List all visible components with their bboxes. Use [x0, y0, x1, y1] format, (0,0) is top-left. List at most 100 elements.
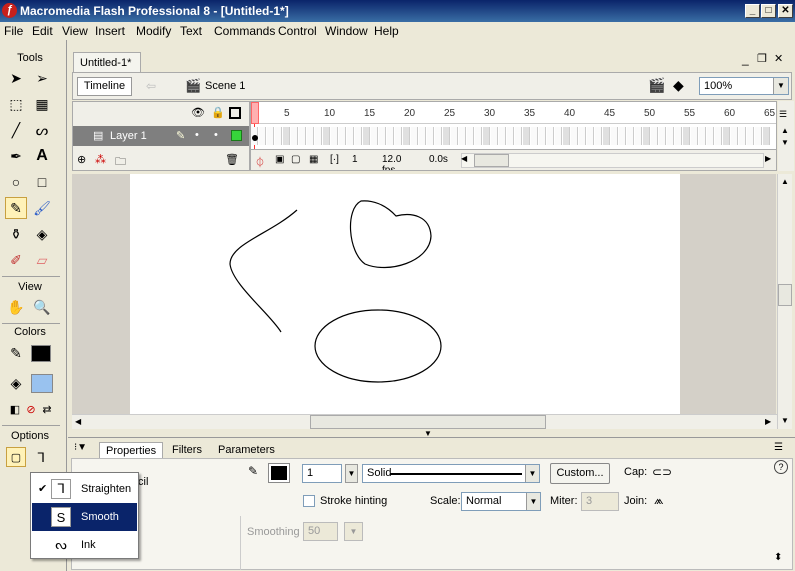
add-motion-guide-icon[interactable]: ⁂: [95, 153, 106, 166]
menu-modify[interactable]: Modify: [136, 24, 171, 38]
zoom-select[interactable]: 100% ▼: [699, 77, 789, 95]
frame-cell[interactable]: [331, 127, 338, 145]
menu-help[interactable]: Help: [374, 24, 399, 38]
tab-filters[interactable]: Filters: [172, 444, 202, 456]
frame-cell[interactable]: [555, 127, 562, 145]
frame-cell[interactable]: [659, 127, 666, 145]
stage-hscroll[interactable]: ◀ ▶: [72, 414, 777, 429]
frame-cell[interactable]: [691, 127, 698, 145]
frame-cell[interactable]: [707, 127, 714, 145]
stroke-height-input[interactable]: 1: [302, 464, 342, 483]
stroke-color-button[interactable]: [268, 463, 290, 483]
layer-name[interactable]: Layer 1: [110, 130, 147, 142]
lock-icon[interactable]: 🔒: [211, 106, 225, 119]
frame-rate[interactable]: 12.0 fps: [379, 153, 419, 170]
frame-cell[interactable]: [563, 127, 570, 145]
frame-cell[interactable]: [419, 127, 426, 145]
menu-view[interactable]: View: [62, 24, 88, 38]
frame-cell[interactable]: [747, 127, 754, 145]
frame-cell[interactable]: [523, 127, 530, 145]
scroll-up-icon[interactable]: ▲: [781, 177, 789, 186]
menu-item-ink[interactable]: ᔓ Ink: [32, 531, 137, 559]
frame-cell[interactable]: [595, 127, 602, 145]
frame-cell[interactable]: [451, 127, 458, 145]
eye-icon[interactable]: 👁: [191, 106, 205, 119]
timeline-hscroll[interactable]: [461, 153, 764, 168]
keyframe-dot[interactable]: [252, 135, 258, 141]
frame-cell[interactable]: [603, 127, 610, 145]
pencil-stroke-curve[interactable]: [229, 209, 298, 333]
smoothing-input[interactable]: 50: [303, 522, 338, 541]
object-drawing-icon[interactable]: ▢: [6, 447, 26, 467]
scroll-down-icon[interactable]: ▼: [781, 138, 789, 147]
menu-text[interactable]: Text: [180, 24, 202, 38]
layer-color-icon[interactable]: [231, 130, 242, 141]
visibility-dot-icon[interactable]: •: [195, 129, 199, 141]
custom-button[interactable]: Custom...: [550, 463, 610, 484]
frame-cell[interactable]: [491, 127, 498, 145]
frame-cell[interactable]: [379, 127, 386, 145]
frame-cell[interactable]: [683, 127, 690, 145]
scale-select[interactable]: Normal ▼: [461, 492, 541, 511]
frame-cell[interactable]: [411, 127, 418, 145]
layer-row[interactable]: ▤ Layer 1 ✎ • •: [73, 126, 249, 146]
frame-cell[interactable]: [755, 127, 762, 145]
menu-file[interactable]: File: [4, 24, 23, 38]
frame-cell[interactable]: [539, 127, 546, 145]
stroke-style-select[interactable]: Solid ▼: [362, 464, 540, 483]
pencil-stroke-ellipse[interactable]: [314, 309, 442, 383]
frame-cell[interactable]: [467, 127, 474, 145]
minimize-button[interactable]: _: [745, 4, 760, 18]
frame-cell[interactable]: [507, 127, 514, 145]
scroll-right-icon[interactable]: ▶: [765, 417, 771, 426]
frame-cell[interactable]: [619, 127, 626, 145]
onion-skin-icon[interactable]: ▣: [275, 154, 284, 165]
cap-select-icon[interactable]: ⊂⊃: [652, 465, 672, 479]
close-button[interactable]: ✕: [778, 4, 793, 18]
doc-close-icon[interactable]: ✕: [774, 52, 783, 65]
frame-cell[interactable]: [427, 127, 434, 145]
pencil-mode-icon[interactable]: ᒣ: [30, 447, 52, 469]
frame-cell[interactable]: [667, 127, 674, 145]
insert-layer-icon[interactable]: ⊕: [77, 153, 86, 166]
timeline-menu-icon[interactable]: ☰: [779, 109, 787, 120]
playhead[interactable]: [251, 102, 259, 124]
gradient-transform-tool-icon[interactable]: ▦: [31, 93, 53, 115]
timeline-button[interactable]: Timeline: [77, 77, 132, 96]
stroke-color-swatch[interactable]: [31, 345, 51, 362]
back-arrow-icon[interactable]: ⇦: [146, 79, 156, 93]
rectangle-tool-icon[interactable]: □: [31, 171, 53, 193]
paint-bucket-tool-icon[interactable]: ◈: [31, 223, 53, 245]
menu-edit[interactable]: Edit: [32, 24, 53, 38]
scroll-up-icon[interactable]: ▲: [781, 126, 789, 135]
frame-cell[interactable]: [763, 127, 770, 145]
frame-cell[interactable]: [267, 127, 274, 145]
frame-cell[interactable]: [259, 127, 266, 145]
chevron-down-icon[interactable]: ▼: [525, 465, 539, 482]
oval-tool-icon[interactable]: ○: [5, 171, 27, 193]
frame-cell[interactable]: [283, 127, 290, 145]
menu-item-smooth[interactable]: S Smooth: [32, 503, 137, 531]
tab-properties[interactable]: Properties: [99, 442, 164, 459]
menu-item-straighten[interactable]: ✔ ᒣ Straighten: [32, 475, 137, 503]
frame-cell[interactable]: [739, 127, 746, 145]
stage-vscroll[interactable]: ▲ ▼: [777, 174, 792, 429]
scroll-left-icon[interactable]: ◀: [75, 417, 81, 426]
free-transform-tool-icon[interactable]: ⬚: [5, 93, 27, 115]
frame-cell[interactable]: [435, 127, 442, 145]
pencil-stroke-blob[interactable]: [350, 200, 432, 269]
frame-cell[interactable]: [515, 127, 522, 145]
frame-cell[interactable]: [699, 127, 706, 145]
timeline-vscroll[interactable]: ☰ ▲ ▼: [778, 101, 794, 171]
scroll-right-icon[interactable]: ▶: [765, 154, 771, 163]
scene-label[interactable]: Scene 1: [205, 80, 245, 92]
ink-bottle-tool-icon[interactable]: ⚱: [5, 223, 27, 245]
subselect-tool-icon[interactable]: ➢: [31, 67, 53, 89]
modify-markers-icon[interactable]: [·]: [330, 154, 339, 165]
frame-cell[interactable]: [403, 127, 410, 145]
smoothing-dropdown-icon[interactable]: ▼: [344, 522, 363, 541]
chevron-down-icon[interactable]: ▼: [526, 493, 540, 510]
delete-layer-icon[interactable]: 🗑: [225, 153, 239, 166]
frame-cell[interactable]: [459, 127, 466, 145]
maximize-button[interactable]: □: [761, 4, 776, 18]
